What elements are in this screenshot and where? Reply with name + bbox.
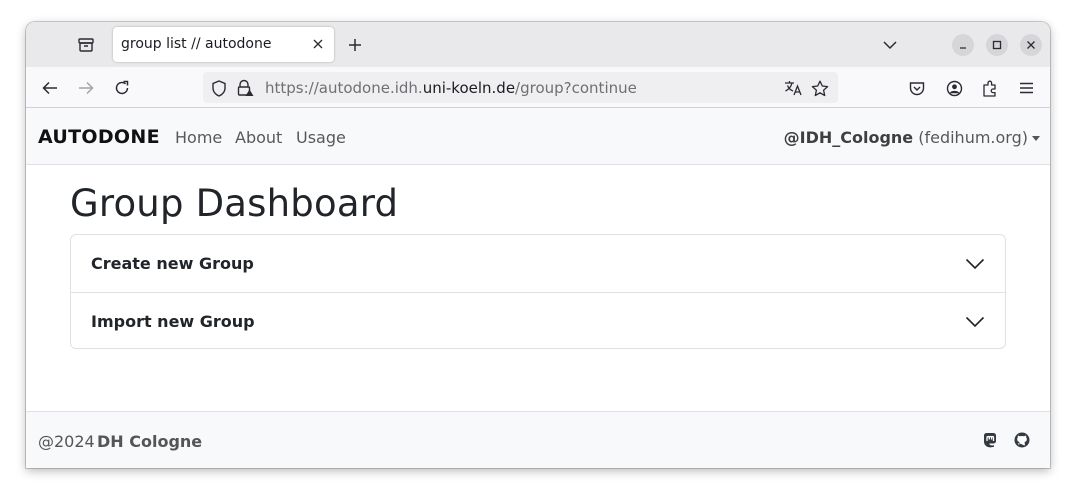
browser-window: group list // autodone https://autodone.…: [26, 22, 1050, 468]
nav-link-about[interactable]: About: [235, 128, 282, 147]
menu-hamburger-icon[interactable]: [1016, 79, 1036, 97]
accordion-item-import-group[interactable]: Import new Group: [71, 292, 1005, 349]
tab-strip: group list // autodone: [26, 22, 1050, 67]
url-domain: uni-koeln.de: [422, 79, 516, 97]
reload-icon[interactable]: [112, 79, 132, 97]
url-text: https://autodone.idh.uni-koeln.de/group?…: [265, 79, 637, 97]
close-tab-icon[interactable]: [311, 37, 325, 51]
bookmark-star-icon[interactable]: [810, 78, 830, 98]
url-path: /group?continue: [515, 79, 637, 97]
mastodon-icon[interactable]: [981, 431, 999, 449]
nav-link-home[interactable]: Home: [175, 128, 222, 147]
accordion-label: Import new Group: [91, 312, 255, 331]
minimize-button[interactable]: [952, 34, 974, 56]
user-instance: (fedihum.org): [918, 128, 1028, 147]
site-footer: @2024 DH Cologne: [26, 411, 1050, 468]
lock-warning-icon[interactable]: [235, 78, 255, 98]
translate-icon[interactable]: [783, 78, 803, 98]
new-tab-icon[interactable]: [346, 36, 364, 54]
chevron-down-icon: [965, 255, 985, 274]
user-dropdown[interactable]: @IDH_Cologne (fedihum.org): [784, 128, 1028, 147]
tab-active[interactable]: group list // autodone: [113, 27, 334, 62]
github-icon[interactable]: [1013, 431, 1031, 449]
tracking-shield-icon[interactable]: [209, 78, 229, 98]
site-navbar: AUTODONE Home About Usage @IDH_Cologne (…: [26, 108, 1050, 165]
page-title: Group Dashboard: [70, 182, 399, 225]
extensions-icon[interactable]: [980, 79, 1000, 97]
account-icon[interactable]: [944, 79, 964, 97]
url-prefix: https://autodone.idh.: [265, 79, 423, 97]
forward-arrow-icon[interactable]: [76, 79, 96, 97]
footer-copyright: @2024: [38, 432, 95, 451]
tab-overview-icon[interactable]: [76, 36, 96, 54]
back-arrow-icon[interactable]: [40, 79, 60, 97]
user-handle: @IDH_Cologne: [783, 128, 914, 147]
dropdown-caret-icon: [1032, 136, 1040, 141]
group-accordion: Create new Group Import new Group: [70, 234, 1006, 349]
nav-link-usage[interactable]: Usage: [296, 128, 346, 147]
footer-org-link[interactable]: DH Cologne: [97, 432, 202, 451]
chevron-down-icon: [965, 313, 985, 332]
list-tabs-chevron-icon[interactable]: [881, 37, 899, 53]
minimize-icon: [960, 47, 966, 49]
close-icon: [1027, 41, 1035, 49]
navigation-toolbar: https://autodone.idh.uni-koeln.de/group?…: [26, 67, 1050, 108]
accordion-label: Create new Group: [91, 254, 254, 273]
url-bar[interactable]: https://autodone.idh.uni-koeln.de/group?…: [203, 72, 838, 103]
accordion-item-create-group[interactable]: Create new Group: [71, 235, 1005, 292]
web-page: AUTODONE Home About Usage @IDH_Cologne (…: [26, 108, 1050, 468]
maximize-icon: [992, 40, 1002, 50]
pocket-icon[interactable]: [907, 79, 927, 97]
maximize-button[interactable]: [986, 34, 1008, 56]
tab-title: group list // autodone: [121, 36, 272, 52]
site-brand[interactable]: AUTODONE: [38, 126, 160, 148]
close-window-button[interactable]: [1020, 34, 1042, 56]
